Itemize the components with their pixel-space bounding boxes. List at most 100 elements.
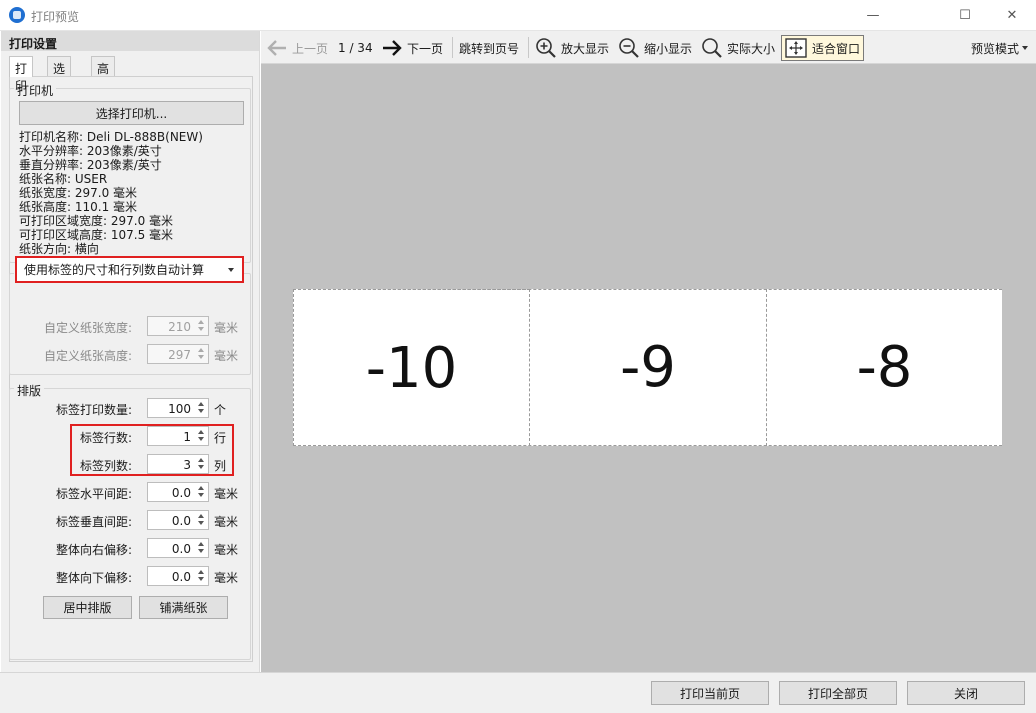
h-spacing-unit: 毫米 (214, 487, 239, 501)
stepper-arrows-icon[interactable] (196, 429, 206, 443)
preview-area[interactable]: -10 -9 -8 (261, 64, 1036, 672)
close-window-button[interactable]: ✕ (989, 0, 1035, 31)
label-cols-stepper[interactable]: 3 (147, 454, 209, 474)
offset-right-label: 整体向右偏移: (55, 543, 132, 557)
label-rows-value: 1 (183, 430, 191, 444)
fit-window-icon (785, 38, 807, 58)
close-icon: ✕ (1006, 8, 1018, 23)
print-all-pages-button[interactable]: 打印全部页 (779, 681, 897, 705)
stepper-arrows-icon[interactable] (196, 541, 206, 555)
fill-paper-button[interactable]: 铺满纸张 (139, 596, 228, 619)
page-indicator: 1 / 34 (338, 41, 373, 55)
title-bar: 打印预览 — ☐ ✕ (0, 0, 1036, 31)
layout-group-title: 排版 (14, 382, 45, 399)
v-spacing-value: 0.0 (171, 514, 191, 528)
print-current-page-button[interactable]: 打印当前页 (651, 681, 769, 705)
minimize-button[interactable]: — (850, 0, 896, 31)
tab-advanced[interactable]: 高级 (91, 56, 116, 93)
offset-right-value: 0.0 (171, 542, 191, 556)
arrow-left-icon (267, 40, 286, 56)
label-rows-unit: 行 (214, 431, 227, 445)
offset-down-stepper[interactable]: 0.0 (147, 566, 209, 586)
label-rows-label: 标签行数: (79, 431, 132, 445)
chevron-down-icon (228, 268, 234, 272)
actual-size-button[interactable]: 实际大小 (701, 35, 775, 61)
maximize-button[interactable]: ☐ (942, 0, 988, 31)
close-button[interactable]: 关闭 (907, 681, 1025, 705)
paper-orientation-info: 纸张方向: 横向 (19, 242, 99, 256)
tab-options[interactable]: 选项 (47, 56, 72, 93)
preview-page: -10 -9 -8 (293, 289, 1002, 446)
center-layout-button[interactable]: 居中排版 (43, 596, 132, 619)
stepper-arrows-icon[interactable] (196, 485, 206, 499)
toolbar-divider (528, 37, 529, 58)
stepper-arrows-icon[interactable] (196, 569, 206, 583)
custom-width-stepper[interactable]: 210 (147, 316, 209, 336)
v-spacing-stepper[interactable]: 0.0 (147, 510, 209, 530)
label-count-label: 标签打印数量: (55, 403, 132, 417)
stepper-arrows-icon[interactable] (196, 319, 206, 333)
custom-width-unit: 毫米 (214, 321, 239, 335)
horizontal-resolution-info: 水平分辨率: 203像素/英寸 (19, 144, 162, 158)
stepper-arrows-icon[interactable] (196, 347, 206, 361)
maximize-icon: ☐ (959, 8, 971, 23)
stepper-arrows-icon[interactable] (196, 457, 206, 471)
prev-page-label: 上一页 (292, 41, 329, 56)
paper-width-info: 纸张宽度: 297.0 毫米 (19, 186, 138, 200)
fit-window-button[interactable]: 适合窗口 (781, 35, 865, 61)
zoom-in-button[interactable]: 放大显示 (535, 35, 609, 61)
zoom-out-icon (619, 38, 639, 58)
h-spacing-value: 0.0 (171, 486, 191, 500)
custom-height-label: 自定义纸张高度: (43, 349, 132, 363)
zoom-in-icon (536, 38, 556, 58)
stepper-arrows-icon[interactable] (196, 401, 206, 415)
app-icon (9, 7, 25, 23)
zoom-in-label: 放大显示 (561, 41, 610, 56)
next-page-label: 下一页 (407, 41, 444, 56)
custom-height-stepper[interactable]: 297 (147, 344, 209, 364)
printable-width-info: 可打印区域宽度: 297.0 毫米 (19, 214, 174, 228)
label-cell: -8 (856, 335, 913, 400)
custom-width-value: 210 (168, 320, 191, 334)
tab-print[interactable]: 打印 (9, 56, 34, 93)
prev-page-button[interactable]: 上一页 (266, 35, 328, 61)
v-spacing-label: 标签垂直间距: (55, 515, 132, 529)
preview-toolbar: 上一页 1 / 34 下一页 跳转到页号 放大显示 缩小显示 实际大小 适合窗口… (261, 31, 1036, 64)
vertical-resolution-info: 垂直分辨率: 203像素/英寸 (19, 158, 162, 172)
custom-height-unit: 毫米 (214, 349, 239, 363)
label-cell: -10 (293, 289, 530, 446)
label-cols-value: 3 (183, 458, 191, 472)
paper-mode-select[interactable]: 使用标签的尺寸和行列数自动计算 (15, 256, 244, 283)
custom-height-value: 297 (168, 348, 191, 362)
h-spacing-stepper[interactable]: 0.0 (147, 482, 209, 502)
offset-right-unit: 毫米 (214, 543, 239, 557)
offset-right-stepper[interactable]: 0.0 (147, 538, 209, 558)
paper-mode-selected: 使用标签的尺寸和行列数自动计算 (24, 263, 205, 277)
next-page-button[interactable]: 下一页 (381, 35, 443, 61)
h-spacing-label: 标签水平间距: (55, 487, 132, 501)
label-count-unit: 个 (214, 403, 227, 417)
preview-mode-label: 预览模式 (971, 41, 1020, 56)
stepper-arrows-icon[interactable] (196, 513, 206, 527)
label-cols-unit: 列 (214, 459, 227, 473)
panel-header: 打印设置 (1, 31, 259, 51)
window-title: 打印预览 (31, 10, 80, 24)
label-count-stepper[interactable]: 100 (147, 398, 209, 418)
zoom-out-button[interactable]: 缩小显示 (618, 35, 692, 61)
zoom-out-label: 缩小显示 (644, 41, 693, 56)
preview-mode-dropdown[interactable]: 预览模式 (971, 35, 1029, 61)
label-cell: -9 (530, 289, 767, 446)
label-rows-stepper[interactable]: 1 (147, 426, 209, 446)
offset-down-unit: 毫米 (214, 571, 239, 585)
fit-window-label: 适合窗口 (812, 41, 861, 56)
goto-page-button[interactable]: 跳转到页号 (459, 35, 519, 61)
printer-name-info: 打印机名称: Deli DL-888B(NEW) (19, 130, 203, 144)
offset-down-value: 0.0 (171, 570, 191, 584)
arrow-right-icon (383, 40, 402, 56)
toolbar-divider (452, 37, 453, 58)
magnifier-icon (702, 38, 722, 58)
caret-down-icon (1022, 46, 1029, 50)
select-printer-button[interactable]: 选择打印机... (19, 101, 244, 125)
actual-size-label: 实际大小 (727, 41, 776, 56)
paper-height-info: 纸张高度: 110.1 毫米 (19, 200, 138, 214)
